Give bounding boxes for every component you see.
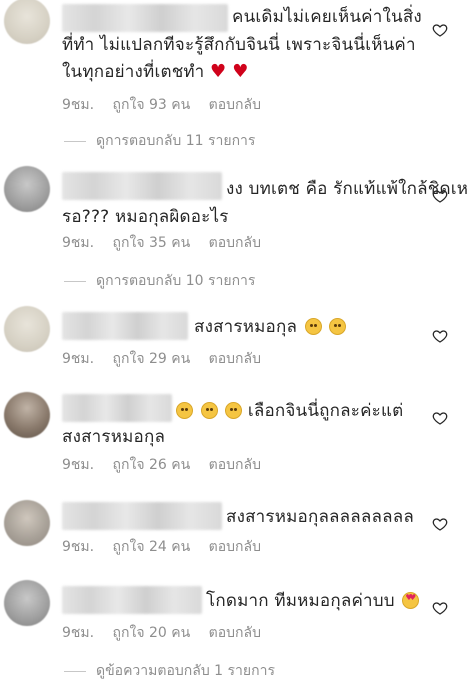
comment-text: สงสารหมอกุล [62, 427, 166, 447]
comment-meta: 9ชม. ถูกใจ 26 คน ตอบกลับ [62, 454, 275, 476]
username-blurred[interactable] [62, 172, 222, 200]
username-blurred[interactable] [62, 586, 202, 614]
comment-text: ในทุกอย่างที่เตชทำ ♥ ♥ [62, 61, 249, 82]
view-replies-link[interactable]: ดูการตอบกลับ 10 รายการ [64, 270, 255, 292]
timestamp: 9ชม. [62, 625, 95, 641]
like-count[interactable]: ถูกใจ 26 คน [113, 457, 191, 473]
username-blurred[interactable] [62, 502, 222, 530]
like-count[interactable]: ถูกใจ 29 คน [113, 351, 191, 367]
heart-outline-icon[interactable] [432, 22, 448, 38]
comment-text: สงสารหมอกุลลลลลลลลล [226, 507, 415, 527]
like-count[interactable]: ถูกใจ 24 คน [113, 539, 191, 555]
divider [64, 140, 86, 142]
comment-text: ที่ทำ ไม่แปลกทีจะรู้สึกกับจินนี่ เพราะจิ… [62, 35, 416, 55]
reply-button[interactable]: ตอบกลับ [209, 235, 261, 251]
comment-text: เลือกจินนี่ถูกละค่ะแต่ [174, 398, 403, 425]
like-count[interactable]: ถูกใจ 35 คน [113, 235, 191, 251]
view-replies-link[interactable]: ดูการตอบกลับ 11 รายการ [64, 130, 255, 152]
timestamp: 9ชม. [62, 235, 95, 251]
crying-face-icon [176, 402, 193, 419]
username-blurred[interactable] [62, 394, 172, 422]
heart-outline-icon[interactable] [432, 516, 448, 532]
username-blurred[interactable] [62, 312, 188, 340]
avatar[interactable] [4, 0, 50, 44]
divider [64, 280, 86, 282]
avatar[interactable] [4, 392, 50, 438]
timestamp: 9ชม. [62, 539, 95, 555]
comment-meta: 9ชม. ถูกใจ 24 คน ตอบกลับ [62, 536, 275, 558]
red-heart-icon: ♥ ♥ [210, 61, 249, 82]
like-count[interactable]: ถูกใจ 93 คน [113, 97, 191, 113]
view-replies-link[interactable]: ดูข้อความตอบกลับ 1 รายการ [64, 660, 275, 682]
comment-text: โกดมาก ทีมหมอกุลค่าบบ [206, 588, 420, 615]
username-blurred[interactable] [62, 4, 228, 32]
reply-button[interactable]: ตอบกลับ [209, 97, 261, 113]
reply-button[interactable]: ตอบกลับ [209, 457, 261, 473]
crying-face-icon [304, 318, 322, 335]
heart-outline-icon[interactable] [432, 328, 448, 344]
comment-text: รอ??? หมอกุลผิดอะไร [62, 207, 229, 227]
timestamp: 9ชม. [62, 351, 95, 367]
avatar[interactable] [4, 306, 50, 352]
comment-meta: 9ชม. ถูกใจ 93 คน ตอบกลับ [62, 94, 275, 116]
comment-meta: 9ชม. ถูกใจ 29 คน ตอบกลับ [62, 348, 275, 370]
crying-face-icon [225, 402, 243, 419]
heart-outline-icon[interactable] [432, 410, 448, 426]
reply-button[interactable]: ตอบกลับ [209, 351, 261, 367]
timestamp: 9ชม. [62, 457, 95, 473]
avatar[interactable] [4, 580, 50, 626]
comment-meta: 9ชม. ถูกใจ 20 คน ตอบกลับ [62, 622, 275, 644]
crying-face-icon [200, 402, 218, 419]
divider [64, 670, 86, 672]
heart-outline-icon[interactable] [432, 600, 448, 616]
avatar[interactable] [4, 166, 50, 212]
timestamp: 9ชม. [62, 97, 95, 113]
heart-outline-icon[interactable] [432, 188, 448, 204]
reply-button[interactable]: ตอบกลับ [209, 539, 261, 555]
reply-button[interactable]: ตอบกลับ [209, 625, 261, 641]
like-count[interactable]: ถูกใจ 20 คน [113, 625, 191, 641]
heart-eyes-icon [402, 592, 420, 609]
comment-text: คนเดิมไม่เคยเห็นค่าในสิ่ง [232, 7, 422, 27]
avatar[interactable] [4, 500, 50, 546]
comment-meta: 9ชม. ถูกใจ 35 คน ตอบกลับ [62, 232, 275, 254]
comment-text: สงสารหมอกุล [194, 314, 347, 341]
crying-face-icon [329, 318, 347, 335]
